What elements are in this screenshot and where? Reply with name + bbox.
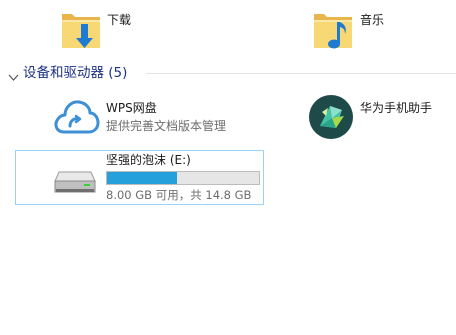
downloads-folder-icon: [60, 8, 102, 56]
drive-usage-fill: [107, 172, 177, 184]
cloud-icon: [52, 96, 100, 140]
drive-label: 坚强的泡沫 (E:): [106, 153, 191, 167]
drive-usage-bar: [106, 171, 260, 185]
music-folder-icon: [312, 8, 354, 56]
wps-cloud-description: 提供完善文档版本管理: [106, 119, 227, 133]
music-folder-label: 音乐: [360, 13, 385, 27]
wps-cloud-label: WPS网盘: [106, 101, 157, 115]
music-folder[interactable]: 音乐: [312, 8, 432, 58]
huawei-hisuite-label: 华为手机助手: [360, 101, 433, 115]
huawei-hisuite[interactable]: 华为手机助手: [308, 94, 456, 140]
downloads-folder[interactable]: 下载: [60, 8, 180, 58]
group-title: 设备和驱动器 (5): [23, 65, 128, 81]
drive-usage-text: 8.00 GB 可用，共 14.8 GB: [106, 188, 252, 202]
chevron-down-icon[interactable]: [8, 67, 19, 86]
usb-drive-icon: [53, 169, 97, 199]
wps-cloud-drive[interactable]: WPS网盘 提供完善文档版本管理: [52, 94, 252, 140]
file-explorer-content: 下载 音乐 设备和驱动器 (5) WPS网盘 提供完善文档版本管理 华为手机助手…: [0, 0, 456, 335]
group-divider: [146, 73, 456, 74]
downloads-folder-label: 下载: [107, 13, 132, 27]
devices-and-drives-group-header[interactable]: 设备和驱动器 (5): [4, 62, 456, 84]
huawei-hisuite-icon: [308, 94, 354, 144]
removable-drive-e[interactable]: 坚强的泡沫 (E:) 8.00 GB 可用，共 14.8 GB: [15, 150, 264, 205]
